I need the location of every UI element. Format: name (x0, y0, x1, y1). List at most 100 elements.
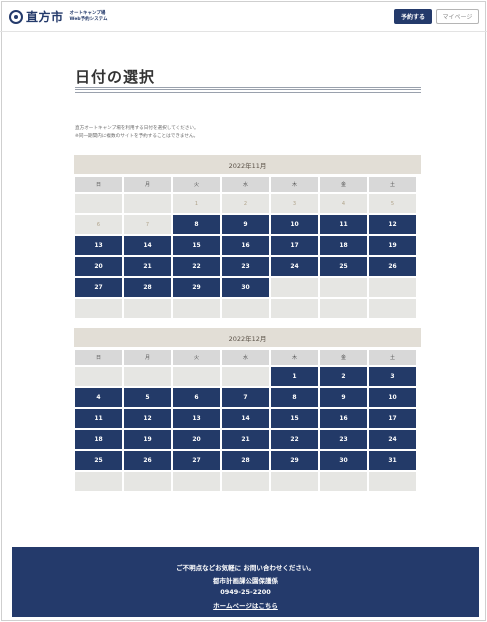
day-available[interactable]: 12 (369, 215, 416, 234)
calendar-grid: 日月火水木金土 1 2 3 4 5 6 7 8 9 10 11 12 13 14 15 16 17 18 19 20 21… (75, 177, 421, 318)
day-available[interactable]: 5 (124, 388, 171, 407)
day-empty (222, 367, 269, 386)
day-empty (271, 299, 318, 318)
day-available[interactable]: 19 (124, 430, 171, 449)
weekday-header: 金 (320, 350, 367, 365)
day-available[interactable]: 6 (173, 388, 220, 407)
day-empty (124, 194, 171, 213)
day-available[interactable]: 18 (320, 236, 367, 255)
day-available[interactable]: 9 (320, 388, 367, 407)
day-empty (124, 367, 171, 386)
day-available[interactable]: 27 (173, 451, 220, 470)
site-logo[interactable]: 直方市 オートキャンプ場 Web予約システム (9, 8, 107, 25)
day-available[interactable]: 1 (271, 367, 318, 386)
logo-city-name: 直方市 (26, 10, 64, 24)
day-available[interactable]: 17 (271, 236, 318, 255)
month-heading: 2022年12月 (74, 328, 421, 347)
description-line-1: 直方オートキャンプ場を利用する日付を選択してください。 (75, 126, 199, 131)
weekday-header: 日 (75, 177, 122, 192)
day-available[interactable]: 2 (320, 367, 367, 386)
day-empty (271, 278, 318, 297)
weekday-header: 水 (222, 350, 269, 365)
day-unavailable: 7 (124, 215, 171, 234)
day-available[interactable]: 22 (271, 430, 318, 449)
day-unavailable: 6 (75, 215, 122, 234)
day-available[interactable]: 24 (271, 257, 318, 276)
day-unavailable: 4 (320, 194, 367, 213)
day-available[interactable]: 17 (369, 409, 416, 428)
day-available[interactable]: 18 (75, 430, 122, 449)
day-available[interactable]: 11 (75, 409, 122, 428)
day-available[interactable]: 16 (222, 236, 269, 255)
reserve-button[interactable]: 予約する (394, 9, 432, 24)
weekday-header: 木 (271, 177, 318, 192)
day-empty (320, 472, 367, 491)
day-empty (173, 472, 220, 491)
day-available[interactable]: 28 (124, 278, 171, 297)
day-available[interactable]: 10 (369, 388, 416, 407)
day-available[interactable]: 21 (124, 257, 171, 276)
day-available[interactable]: 13 (173, 409, 220, 428)
day-empty (320, 278, 367, 297)
day-empty (173, 367, 220, 386)
day-available[interactable]: 28 (222, 451, 269, 470)
day-empty (124, 299, 171, 318)
day-available[interactable]: 14 (222, 409, 269, 428)
footer-contact-message: ご不明点などお気軽に お問い合わせください。 (176, 564, 315, 572)
footer-phone: 0949-25-2200 (220, 588, 271, 596)
day-available[interactable]: 13 (75, 236, 122, 255)
day-empty (271, 472, 318, 491)
mypage-button[interactable]: マイページ (436, 9, 479, 24)
day-available[interactable]: 11 (320, 215, 367, 234)
day-available[interactable]: 22 (173, 257, 220, 276)
day-available[interactable]: 20 (173, 430, 220, 449)
day-available[interactable]: 12 (124, 409, 171, 428)
day-available[interactable]: 23 (222, 257, 269, 276)
day-available[interactable]: 7 (222, 388, 269, 407)
title-divider (75, 87, 421, 93)
day-available[interactable]: 8 (271, 388, 318, 407)
day-available[interactable]: 24 (369, 430, 416, 449)
day-available[interactable]: 16 (320, 409, 367, 428)
day-empty (369, 278, 416, 297)
day-available[interactable]: 8 (173, 215, 220, 234)
day-available[interactable]: 23 (320, 430, 367, 449)
day-empty (75, 367, 122, 386)
day-available[interactable]: 26 (124, 451, 171, 470)
day-available[interactable]: 26 (369, 257, 416, 276)
day-available[interactable]: 3 (369, 367, 416, 386)
city-emblem-icon (9, 9, 23, 24)
day-available[interactable]: 20 (75, 257, 122, 276)
description-line-2: ※同一期間内に複数のサイトを予約することはできません。 (75, 134, 199, 139)
day-available[interactable]: 4 (75, 388, 122, 407)
day-available[interactable]: 14 (124, 236, 171, 255)
day-empty (369, 472, 416, 491)
calendar-november: 2022年11月 日月火水木金土 1 2 3 4 5 6 7 8 9 10 11 12 13 14 15 16 1… (74, 155, 421, 318)
logo-subtitle-line1: オートキャンプ場 (69, 10, 106, 16)
day-available[interactable]: 25 (320, 257, 367, 276)
day-available[interactable]: 10 (271, 215, 318, 234)
day-available[interactable]: 21 (222, 430, 269, 449)
day-available[interactable]: 25 (75, 451, 122, 470)
day-available[interactable]: 19 (369, 236, 416, 255)
day-available[interactable]: 31 (369, 451, 416, 470)
day-unavailable: 2 (222, 194, 269, 213)
day-available[interactable]: 30 (222, 278, 269, 297)
site-footer: ご不明点などお気軽に お問い合わせください。 都市計画課公園保護係 0949-2… (12, 547, 479, 617)
day-available[interactable]: 27 (75, 278, 122, 297)
footer-homepage-link[interactable]: ホームページはこちら (12, 600, 479, 610)
weekday-header: 木 (271, 350, 318, 365)
day-available[interactable]: 29 (173, 278, 220, 297)
day-available[interactable]: 29 (271, 451, 318, 470)
logo-subtitle-line2: Web予約システム (69, 16, 108, 22)
day-empty (124, 472, 171, 491)
weekday-header: 月 (124, 350, 171, 365)
page-title: 日付の選択 (75, 68, 156, 86)
day-empty (222, 299, 269, 318)
day-empty (369, 299, 416, 318)
day-available[interactable]: 15 (271, 409, 318, 428)
weekday-header: 日 (75, 350, 122, 365)
day-available[interactable]: 9 (222, 215, 269, 234)
day-available[interactable]: 30 (320, 451, 367, 470)
day-available[interactable]: 15 (173, 236, 220, 255)
